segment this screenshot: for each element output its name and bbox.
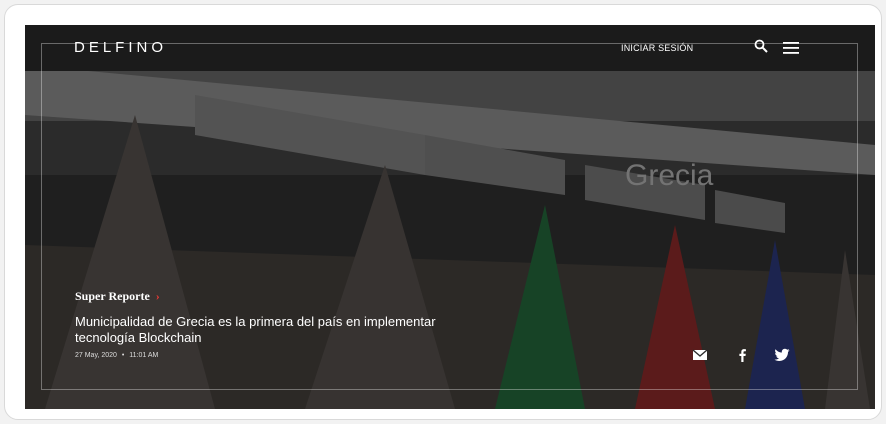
article-time: 11:01 AM — [129, 352, 159, 359]
email-icon[interactable] — [692, 348, 708, 362]
login-link[interactable]: INICIAR SESIÓN — [621, 43, 693, 53]
section-name: Super Reporte — [75, 289, 150, 303]
article-title[interactable]: Municipalidad de Grecia es la primera de… — [75, 314, 475, 346]
hamburger-menu-icon[interactable] — [783, 42, 799, 54]
brand-logo[interactable]: DELFINO — [74, 39, 167, 56]
meta-separator: • — [121, 352, 125, 359]
facebook-icon[interactable] — [734, 348, 750, 362]
browser-frame: Grecia DELFINO INICIAR SESIÓN Super Repo… — [4, 4, 882, 420]
twitter-icon[interactable] — [774, 348, 790, 362]
hero-banner[interactable]: Grecia DELFINO INICIAR SESIÓN Super Repo… — [25, 25, 875, 409]
article-meta: 27 May, 2020 • 11:01 AM — [75, 352, 158, 359]
chevron-right-icon: › — [155, 289, 160, 303]
section-label[interactable]: Super Reporte › — [75, 289, 160, 304]
article-date: 27 May, 2020 — [75, 352, 117, 359]
search-icon[interactable] — [754, 39, 768, 53]
